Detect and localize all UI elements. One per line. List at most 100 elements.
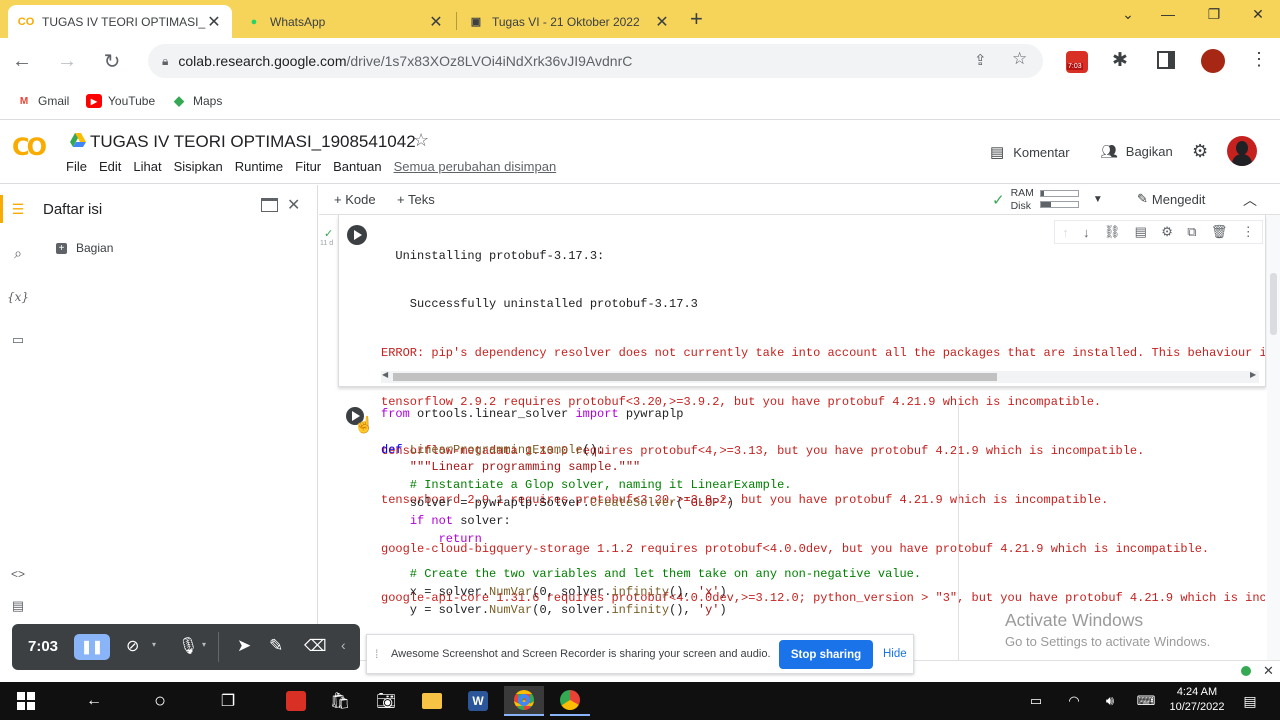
word-icon[interactable]: W [458,686,498,716]
recorder-extension-icon[interactable]: 7:03 [1066,51,1088,73]
extensions-puzzle-icon[interactable]: ✱ [1112,49,1128,72]
divider [218,632,219,662]
bookmark-maps[interactable]: ◆ Maps [171,93,223,108]
keyboard-icon[interactable]: ⌨ [1126,686,1166,716]
code-line: # Create the two variables and let them … [381,567,922,582]
caret-icon[interactable]: ▾ [152,640,156,649]
star-icon[interactable]: ☆ [413,130,429,151]
ram-label: RAM [1010,187,1034,199]
collapse-icon[interactable]: ‹ [341,637,346,653]
close-window-icon[interactable]: ✕ [1238,2,1278,26]
collapse-chevron-icon[interactable]: ︿ [1243,190,1257,210]
resources-indicator[interactable]: ✓ RAM Disk ▼ [992,187,1103,212]
scrollbar-thumb[interactable] [393,373,997,381]
search-icon[interactable]: ⌕ [9,244,27,262]
code-snippets-icon[interactable]: <> [9,565,27,583]
tab-classroom[interactable]: ▣ Tugas VI - 21 Oktober 2022 ✕ [458,5,680,38]
bookmark-gmail[interactable]: M Gmail [16,94,70,108]
menu-edit[interactable]: Edit [99,159,121,174]
scroll-right-icon[interactable]: ▶ [1250,370,1256,379]
profile-avatar[interactable] [1201,49,1225,73]
comment-button[interactable]: ▤ Komentar [990,143,1070,161]
reload-icon[interactable]: ↻ [98,47,126,75]
menu-view[interactable]: Lihat [133,159,161,174]
settings-gear-icon[interactable]: ⚙ [1192,141,1208,162]
file-explorer-icon[interactable] [412,686,452,716]
recorder-controls: 7:03 ❚❚ ⊘ ▾ 🎙︎ ▾ ➤ ✎ ⌫ ‹ [12,624,360,670]
bookmark-label: Maps [193,94,223,108]
save-status-link[interactable]: Semua perubahan disimpan [394,159,557,174]
bookmark-youtube[interactable]: ▶ YouTube [86,94,155,108]
tab-whatsapp[interactable]: ● WhatsApp ✕ [236,5,454,38]
close-icon[interactable]: ✕ [428,12,444,32]
task-view-icon[interactable]: ❐ [208,686,248,716]
camera-icon[interactable]: 📷︎ [366,686,406,716]
code-editor[interactable]: from ortools.linear_solver import pywrap… [381,406,921,620]
hide-button[interactable]: Hide [883,648,907,660]
store-icon[interactable]: 🛍︎ [320,686,360,716]
browser-menu-icon[interactable]: ⋮ [1250,49,1268,70]
vertical-scrollbar[interactable] [1267,215,1280,660]
back-icon[interactable]: ← [8,47,36,75]
chrome-icon[interactable] [550,686,590,716]
back-arrow-icon[interactable]: ← [74,686,114,716]
add-code-button[interactable]: + Kode [334,192,376,207]
add-text-button[interactable]: + Teks [397,192,435,207]
table-of-contents-icon[interactable]: ☰ [9,200,27,218]
address-bar[interactable]: 🔒︎ colab.research.google.com/drive/1s7x8… [148,44,1043,78]
folder-icon[interactable]: ▭ [9,331,27,349]
new-tab-button[interactable]: + [690,6,703,32]
user-avatar[interactable] [1227,136,1257,166]
chrome-active-icon[interactable] [504,686,544,716]
taskbar-clock[interactable]: 4:24 AM 10/27/2022 [1166,685,1228,715]
caret-icon[interactable]: ▾ [202,640,206,649]
variables-icon[interactable]: {x} [7,288,29,306]
colab-logo[interactable]: CO [12,133,47,161]
scroll-left-icon[interactable]: ◀ [382,370,388,379]
drag-handle-icon[interactable]: ⁞ [375,647,378,661]
scrollbar-thumb[interactable] [1270,273,1277,335]
no-draw-icon[interactable]: ⊘ [126,636,139,656]
battery-icon[interactable]: ▭ [1016,686,1056,716]
volume-icon[interactable]: 🔊︎ [1090,686,1130,716]
edit-mode-button[interactable]: ✎ Mengedit [1137,191,1205,207]
run-cell-button[interactable] [347,225,367,245]
pointer-icon[interactable]: ➤ [237,636,251,656]
windows-start-icon[interactable] [6,686,46,716]
eraser-icon[interactable]: ⌫ [304,636,327,656]
microphone-icon[interactable]: 🎙︎ [178,636,198,656]
sidebar-rail: ☰ ⌕ {x} ▭ <> ▤ [0,185,36,660]
menu-runtime[interactable]: Runtime [235,159,283,174]
wifi-icon[interactable]: ◠ [1054,686,1094,716]
command-palette-icon[interactable]: ▤ [9,597,27,615]
chevron-down-icon[interactable]: ⌄ [1108,2,1148,26]
close-icon[interactable]: ✕ [654,12,670,32]
share-button[interactable]: 👥︎ Bagikan [1100,143,1173,160]
stop-sharing-button[interactable]: Stop sharing [779,640,873,669]
notifications-icon[interactable]: ▤ [1230,686,1270,716]
side-panel-icon[interactable] [1157,51,1175,69]
horizontal-scrollbar[interactable]: ◀ ▶ [381,370,1259,383]
minimize-icon[interactable]: — [1148,2,1188,26]
open-window-icon[interactable] [261,198,278,212]
add-section-button[interactable]: + Bagian [56,241,113,255]
menu-help[interactable]: Bantuan [333,159,381,174]
forward-icon[interactable]: → [53,47,81,75]
code-cell-output[interactable]: ↑ ↓ ⛓ ▤ ⚙ ⧉ 🗑︎ ⋮ Uninstalling protobuf-3… [338,215,1266,654]
dropdown-arrow-icon[interactable]: ▼ [1093,194,1103,205]
bookmark-star-icon[interactable]: ☆ [1012,49,1027,69]
tab-colab[interactable]: CO TUGAS IV TEORI OPTIMASI_19 ✕ [8,5,232,38]
restore-icon[interactable]: ❐ [1194,2,1234,26]
pause-button[interactable]: ❚❚ [74,634,110,660]
menu-insert[interactable]: Sisipkan [174,159,223,174]
menu-file[interactable]: File [66,159,87,174]
close-icon[interactable]: ✕ [206,12,222,32]
acrobat-icon[interactable] [276,686,316,716]
close-status-icon[interactable]: ✕ [1263,663,1274,679]
close-sidebar-icon[interactable]: ✕ [287,195,300,215]
share-page-icon[interactable]: ⇪ [974,51,987,69]
cortana-circle-icon[interactable]: ○ [140,686,180,716]
menu-tools[interactable]: Fitur [295,159,321,174]
notebook-title[interactable]: TUGAS IV TEORI OPTIMASI_1908541042 [90,132,416,152]
pen-icon[interactable]: ✎ [269,636,283,656]
